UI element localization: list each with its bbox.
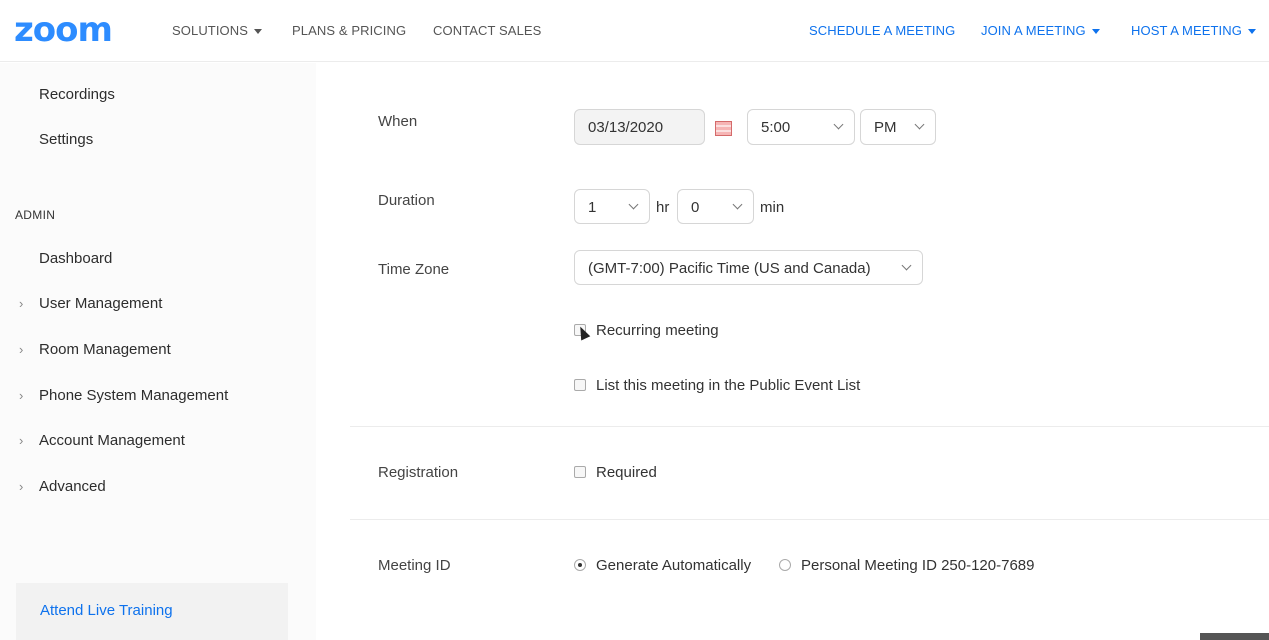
chevron-right-icon[interactable]: ›: [19, 479, 23, 494]
sidebar: Recordings Settings ADMIN Dashboard › Us…: [0, 63, 316, 640]
mouse-cursor-icon: [575, 324, 591, 341]
section-divider: [350, 519, 1269, 520]
sidebar-item-phone-system-management[interactable]: Phone System Management: [39, 387, 228, 404]
chevron-down-icon: [833, 119, 844, 130]
when-label: When: [378, 113, 418, 130]
timezone-label: Time Zone: [378, 261, 450, 278]
chevron-right-icon[interactable]: ›: [19, 296, 23, 311]
duration-label: Duration: [378, 192, 435, 209]
duration-hours-select[interactable]: 1: [574, 189, 650, 224]
sidebar-item-dashboard[interactable]: Dashboard: [39, 250, 112, 267]
public-list-checkbox[interactable]: [574, 379, 586, 391]
registration-required-checkbox[interactable]: [574, 466, 586, 478]
section-divider: [350, 426, 1269, 427]
top-header: zoom SOLUTIONS PLANS & PRICING CONTACT S…: [0, 0, 1269, 62]
timezone-value: (GMT-7:00) Pacific Time (US and Canada): [588, 260, 871, 277]
attend-live-training-link[interactable]: Attend Live Training: [40, 602, 173, 619]
duration-minutes-select[interactable]: 0: [677, 189, 754, 224]
nav-solutions[interactable]: SOLUTIONS: [172, 23, 263, 38]
nav-plans-pricing[interactable]: PLANS & PRICING: [292, 23, 406, 38]
sidebar-item-settings[interactable]: Settings: [39, 131, 93, 148]
chevron-right-icon[interactable]: ›: [19, 388, 23, 403]
duration-hours-value: 1: [588, 199, 597, 216]
ampm-value: PM: [874, 119, 897, 136]
chevron-right-icon[interactable]: ›: [19, 342, 23, 357]
schedule-form: When 03/13/2020 5:00 PM Duration 1 hr 0 …: [316, 63, 1269, 640]
public-list-label[interactable]: List this meeting in the Public Event Li…: [596, 377, 860, 394]
nav-schedule-meeting[interactable]: SCHEDULE A MEETING: [809, 23, 955, 38]
registration-required-label[interactable]: Required: [596, 464, 657, 481]
chevron-down-icon: [1247, 29, 1256, 35]
sidebar-item-recordings[interactable]: Recordings: [39, 86, 115, 103]
nav-host-meeting-label: HOST A MEETING: [1131, 23, 1242, 38]
chevron-down-icon: [914, 119, 925, 130]
zoom-logo[interactable]: zoom: [14, 10, 113, 50]
ampm-select[interactable]: PM: [860, 109, 936, 145]
chevron-down-icon: [628, 199, 639, 210]
generate-automatically-radio[interactable]: [574, 559, 586, 571]
personal-meeting-id-label[interactable]: Personal Meeting ID 250-120-7689: [801, 557, 1034, 574]
registration-label: Registration: [378, 464, 459, 481]
sidebar-section-admin: ADMIN: [15, 208, 56, 222]
nav-join-meeting-label: JOIN A MEETING: [981, 23, 1086, 38]
bottom-scroll-bar: [1200, 633, 1269, 640]
generate-automatically-label[interactable]: Generate Automatically: [596, 557, 751, 574]
time-select[interactable]: 5:00: [747, 109, 855, 145]
time-value: 5:00: [761, 119, 791, 136]
chevron-down-icon: [1091, 29, 1100, 35]
date-input[interactable]: 03/13/2020: [574, 109, 705, 145]
chevron-right-icon[interactable]: ›: [19, 433, 23, 448]
chevron-down-icon: [254, 29, 263, 35]
sidebar-item-account-management[interactable]: Account Management: [39, 432, 185, 449]
chevron-down-icon: [901, 260, 912, 271]
date-value: 03/13/2020: [588, 119, 664, 136]
chevron-down-icon: [732, 199, 743, 210]
meeting-id-label: Meeting ID: [378, 557, 451, 574]
nav-solutions-label: SOLUTIONS: [172, 23, 249, 38]
minutes-unit: min: [760, 199, 785, 216]
personal-meeting-id-radio[interactable]: [779, 559, 791, 571]
duration-minutes-value: 0: [691, 199, 700, 216]
calendar-icon[interactable]: [715, 121, 732, 136]
sidebar-item-room-management[interactable]: Room Management: [39, 341, 171, 358]
recurring-label[interactable]: Recurring meeting: [596, 322, 719, 339]
nav-host-meeting[interactable]: HOST A MEETING: [1131, 23, 1256, 38]
sidebar-item-user-management[interactable]: User Management: [39, 295, 162, 312]
nav-contact-sales[interactable]: CONTACT SALES: [433, 23, 541, 38]
hours-unit: hr: [656, 199, 670, 216]
timezone-select[interactable]: (GMT-7:00) Pacific Time (US and Canada): [574, 250, 923, 285]
nav-join-meeting[interactable]: JOIN A MEETING: [981, 23, 1100, 38]
training-panel: Attend Live Training: [16, 583, 288, 640]
sidebar-item-advanced[interactable]: Advanced: [39, 478, 106, 495]
